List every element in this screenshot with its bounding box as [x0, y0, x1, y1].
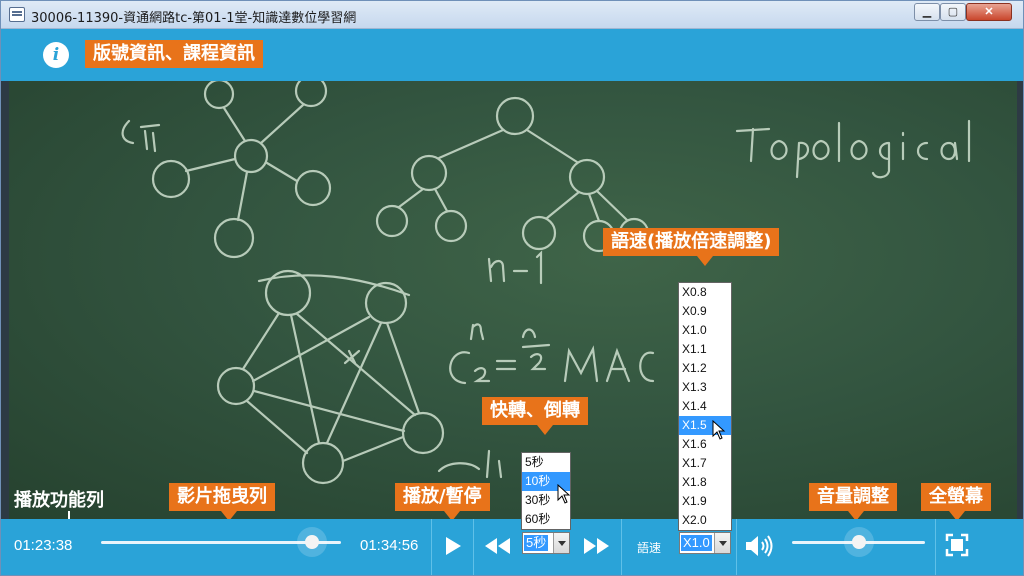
- seek-handle[interactable]: [305, 535, 320, 549]
- speed-option[interactable]: X1.1: [679, 340, 731, 359]
- speed-option[interactable]: X1.4: [679, 397, 731, 416]
- skip-seconds-select[interactable]: 5秒: [522, 532, 570, 554]
- skip-option[interactable]: 60秒: [522, 510, 570, 529]
- mouse-pointer-icon: [557, 484, 571, 504]
- volume-handle[interactable]: [851, 535, 866, 549]
- app-icon: [9, 7, 25, 22]
- speed-option[interactable]: X1.7: [679, 454, 731, 473]
- current-time: 01:23:38: [14, 537, 73, 554]
- minimize-button[interactable]: ▁: [914, 3, 940, 21]
- info-bar: i 版號資訊、課程資訊: [1, 29, 1023, 81]
- skip-callout-arrow: [537, 425, 553, 435]
- mouse-pointer-icon: [712, 420, 726, 440]
- volume-callout: 音量調整: [809, 483, 897, 511]
- fullscreen-button[interactable]: [945, 533, 969, 562]
- speed-option[interactable]: X1.2: [679, 359, 731, 378]
- skip-option[interactable]: 5秒: [522, 453, 570, 472]
- speed-option[interactable]: X0.9: [679, 302, 731, 321]
- speed-option[interactable]: X1.9: [679, 492, 731, 511]
- speed-option[interactable]: X0.8: [679, 283, 731, 302]
- rewind-button[interactable]: [485, 538, 511, 559]
- speed-callout: 語速(播放倍速調整): [603, 228, 780, 256]
- skip-seconds-value: 5秒: [524, 535, 549, 551]
- speed-option[interactable]: X1.0: [679, 321, 731, 340]
- title-bar: 30006-11390-資通網路tc-第01-1堂-知識達數位學習網 ▁ ▢ ✕: [1, 1, 1023, 29]
- fast-forward-button[interactable]: [583, 538, 609, 559]
- window-title: 30006-11390-資通網路tc-第01-1堂-知識達數位學習網: [31, 11, 357, 26]
- skip-callout: 快轉、倒轉: [482, 397, 588, 425]
- rewind-icon: [485, 538, 510, 554]
- speed-label: 語速: [637, 541, 662, 555]
- chalkboard-drawing: [121, 81, 971, 485]
- maximize-button[interactable]: ▢: [940, 3, 966, 21]
- volume-button[interactable]: [745, 534, 775, 563]
- speed-value: X1.0: [681, 535, 712, 551]
- total-time: 01:34:56: [360, 537, 419, 554]
- info-icon[interactable]: i: [43, 42, 69, 68]
- speaker-icon: [746, 535, 773, 557]
- divider: [935, 519, 936, 575]
- speed-option[interactable]: X1.8: [679, 473, 731, 492]
- divider: [473, 519, 474, 575]
- speed-callout-arrow: [697, 256, 713, 266]
- close-button[interactable]: ✕: [966, 3, 1012, 21]
- course-info-label[interactable]: 版號資訊、課程資訊: [85, 40, 263, 68]
- fast-forward-icon: [584, 538, 609, 554]
- controls-row-caption: 播放功能列: [14, 490, 104, 511]
- fullscreen-callout: 全螢幕: [921, 483, 991, 511]
- divider: [431, 519, 432, 575]
- speed-select[interactable]: X1.0: [679, 532, 731, 554]
- chevron-down-icon[interactable]: [714, 533, 730, 553]
- play-pause-callout: 播放/暫停: [395, 483, 490, 511]
- speed-option[interactable]: X1.3: [679, 378, 731, 397]
- play-button[interactable]: [444, 536, 462, 561]
- player-window: 30006-11390-資通網路tc-第01-1堂-知識達數位學習網 ▁ ▢ ✕…: [0, 0, 1024, 576]
- player-control-bar: 01:23:38 01:34:56 5秒 語速 X1.0: [1, 519, 1023, 575]
- speed-dropdown: X0.8 X0.9 X1.0 X1.1 X1.2 X1.3 X1.4 X1.5 X1.6 X1.7…: [678, 282, 732, 531]
- chevron-down-icon[interactable]: [553, 533, 569, 553]
- play-icon: [446, 537, 461, 555]
- divider: [621, 519, 622, 575]
- fullscreen-icon: [945, 533, 969, 557]
- divider: [736, 519, 737, 575]
- speed-option[interactable]: X2.0: [679, 511, 731, 530]
- video-area[interactable]: [9, 81, 1017, 519]
- seek-callout: 影片拖曳列: [169, 483, 275, 511]
